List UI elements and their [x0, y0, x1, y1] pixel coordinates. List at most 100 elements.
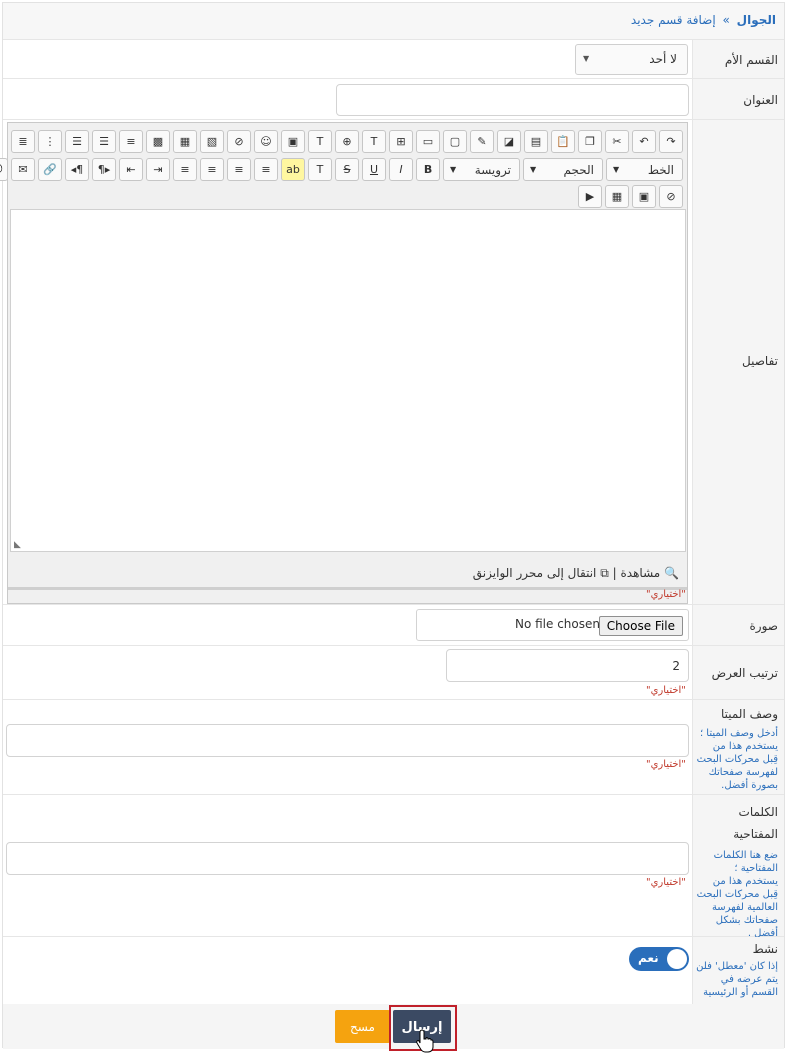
font-combo[interactable]: الخط ▼: [606, 158, 683, 181]
format-combo-label: ترويسة: [474, 163, 511, 177]
hint-line: إذا كان 'معطل' فلن: [696, 961, 778, 972]
block-down-icon[interactable]: ▣: [281, 130, 305, 153]
details-label: تفاصيل: [742, 354, 778, 368]
hint-line: المفتاحية ؛: [734, 863, 778, 874]
numbered-list-icon[interactable]: ≣: [11, 130, 35, 153]
unordered-list-icon[interactable]: ☰: [92, 130, 116, 153]
clear-button[interactable]: مسح: [335, 1010, 390, 1043]
justify-icon[interactable]: ≡: [173, 158, 197, 181]
template-icon[interactable]: ▧: [200, 130, 224, 153]
details-optional-note: "اختياري": [646, 589, 686, 600]
keywords-input[interactable]: [6, 842, 689, 875]
paste-icon[interactable]: 📋: [551, 130, 575, 153]
redo-icon[interactable]: ↷: [659, 130, 683, 153]
active-toggle[interactable]: نعم: [629, 947, 689, 971]
hint-line: لفهرسة صفحاتك: [708, 767, 778, 778]
underline-icon[interactable]: U: [362, 158, 386, 181]
cut-icon[interactable]: ✂: [605, 130, 629, 153]
align-left-icon[interactable]: ≡: [254, 158, 278, 181]
html-icon[interactable]: ▩: [146, 130, 170, 153]
image-file-input[interactable]: Choose File No file chosen: [416, 609, 689, 641]
keywords-label-line: المفتاحية: [733, 827, 778, 841]
rich-text-editor: ↷ ↶ ✂ ❐ 📋 ▤ ◪ ✎ ▢ ▭ ⊞ T ⊕ T ▣ ☺ ⊘ ▧ ▦ ▩: [0, 122, 688, 604]
insert-text-icon[interactable]: T: [362, 130, 386, 153]
form-actions: مسح إرسال: [3, 1004, 784, 1053]
link-icon[interactable]: 🔗: [38, 158, 62, 181]
breadcrumb-home-link[interactable]: الجوال: [737, 13, 776, 27]
parent-select[interactable]: لا أحد ▼: [575, 44, 688, 75]
active-hint: إذا كان 'معطل' فلن يتم عرضه في القسم أو …: [692, 960, 778, 999]
active-label: نشط: [752, 942, 778, 956]
align-center-icon[interactable]: ≡: [227, 158, 251, 181]
meta-description-optional-note: "اختياري": [646, 759, 686, 770]
editor-toolbar-row-3: ⊘ ▣ ▦ ▶: [578, 185, 683, 208]
meta-description-input[interactable]: [6, 724, 689, 757]
preview-link[interactable]: مشاهدة: [621, 566, 661, 580]
order-input[interactable]: [446, 649, 689, 682]
wysiwyg-link[interactable]: انتقال إلى محرر الوايزنق: [473, 566, 597, 580]
text-down-icon[interactable]: T: [308, 130, 332, 153]
editor-textarea[interactable]: ◣: [10, 209, 686, 552]
title-label-cell: العنوان: [692, 79, 784, 119]
insert-gallery-icon[interactable]: ▦: [605, 185, 629, 208]
title-label: العنوان: [743, 93, 778, 107]
eraser-icon[interactable]: ◪: [497, 130, 521, 153]
image-label-cell: صورة: [692, 605, 784, 645]
format-combo[interactable]: ترويسة ▼: [443, 158, 520, 181]
highlight-icon[interactable]: ab: [281, 158, 305, 181]
spellcheck-icon[interactable]: ⊘: [227, 130, 251, 153]
ordered-list-icon[interactable]: ≡: [119, 130, 143, 153]
comment-icon[interactable]: 💬: [0, 158, 8, 181]
hint-line: يتم عرضه في: [720, 974, 778, 985]
dotted-list-icon[interactable]: ⋮: [38, 130, 62, 153]
copy-icon[interactable]: ❐: [578, 130, 602, 153]
choose-file-button[interactable]: Choose File: [598, 616, 683, 636]
hint-line: العالمية لفهرسة: [711, 902, 778, 913]
row-meta-description: وصف الميتا أدخل وصف الميتا ؛ يستخدم هذا …: [3, 700, 784, 795]
insert-image-icon[interactable]: ⊞: [389, 130, 413, 153]
details-label-cell: تفاصيل: [692, 120, 784, 604]
italic-icon[interactable]: I: [389, 158, 413, 181]
undo-icon[interactable]: ↶: [632, 130, 656, 153]
size-combo[interactable]: الحجم ▼: [523, 158, 603, 181]
editor-toolbar-row-1: ↷ ↶ ✂ ❐ 📋 ▤ ◪ ✎ ▢ ▭ ⊞ T ⊕ T ▣ ☺ ⊘ ▧ ▦ ▩: [11, 130, 683, 153]
hint-line: ضع هنا الكلمات: [713, 850, 778, 861]
bullet-list-icon[interactable]: ☰: [65, 130, 89, 153]
keywords-label-cell: الكلمات المفتاحية ضع هنا الكلمات المفتاح…: [692, 795, 784, 939]
mail-icon[interactable]: ✉: [11, 158, 35, 181]
parent-select-value: لا أحد: [649, 52, 677, 66]
pagebreak-icon[interactable]: ▦: [173, 130, 197, 153]
title-input[interactable]: [336, 84, 689, 116]
chevron-down-icon: ▼: [613, 165, 620, 174]
image-icon[interactable]: ▭: [416, 130, 440, 153]
image-label: صورة: [749, 619, 778, 633]
insert-media-icon[interactable]: ▣: [632, 185, 656, 208]
parent-label: القسم الأم: [724, 53, 778, 67]
ltr-icon[interactable]: ▸¶: [92, 158, 116, 181]
rtl-icon[interactable]: ¶◂: [65, 158, 89, 181]
align-right-icon[interactable]: ≡: [200, 158, 224, 181]
keywords-hint: ضع هنا الكلمات المفتاحية ؛ يستخدم هذا من…: [692, 849, 778, 940]
indent-icon[interactable]: ⇥: [146, 158, 170, 181]
resize-handle-icon[interactable]: ◣: [14, 540, 21, 550]
text-color-icon[interactable]: T: [308, 158, 332, 181]
emoticon-icon[interactable]: ☺: [254, 130, 278, 153]
paste-word-icon[interactable]: ✎: [470, 130, 494, 153]
chevron-down-icon: ▼: [450, 165, 457, 174]
fullscreen-icon[interactable]: ▢: [443, 130, 467, 153]
order-optional-note: "اختياري": [646, 685, 686, 696]
row-title: العنوان: [3, 79, 784, 120]
row-image: صورة Choose File No file chosen: [3, 605, 784, 646]
unlink-icon[interactable]: ⊘: [659, 185, 683, 208]
breadcrumb: الجوال » إضافة قسم جديد: [3, 3, 784, 40]
hint-line: قِبل محركات البحث: [696, 754, 778, 765]
paste-text-icon[interactable]: ▤: [524, 130, 548, 153]
hint-line: قِبل محركات البحث: [696, 889, 778, 900]
row-order: ترتيب العرض "اختياري": [3, 646, 784, 700]
strikethrough-icon[interactable]: S: [335, 158, 359, 181]
insert-video-icon[interactable]: ▶: [578, 185, 602, 208]
outdent-icon[interactable]: ⇤: [119, 158, 143, 181]
insert-block-icon[interactable]: ⊕: [335, 130, 359, 153]
meta-description-hint: أدخل وصف الميتا ؛ يستخدم هذا من قِبل محر…: [692, 727, 778, 792]
bold-icon[interactable]: B: [416, 158, 440, 181]
